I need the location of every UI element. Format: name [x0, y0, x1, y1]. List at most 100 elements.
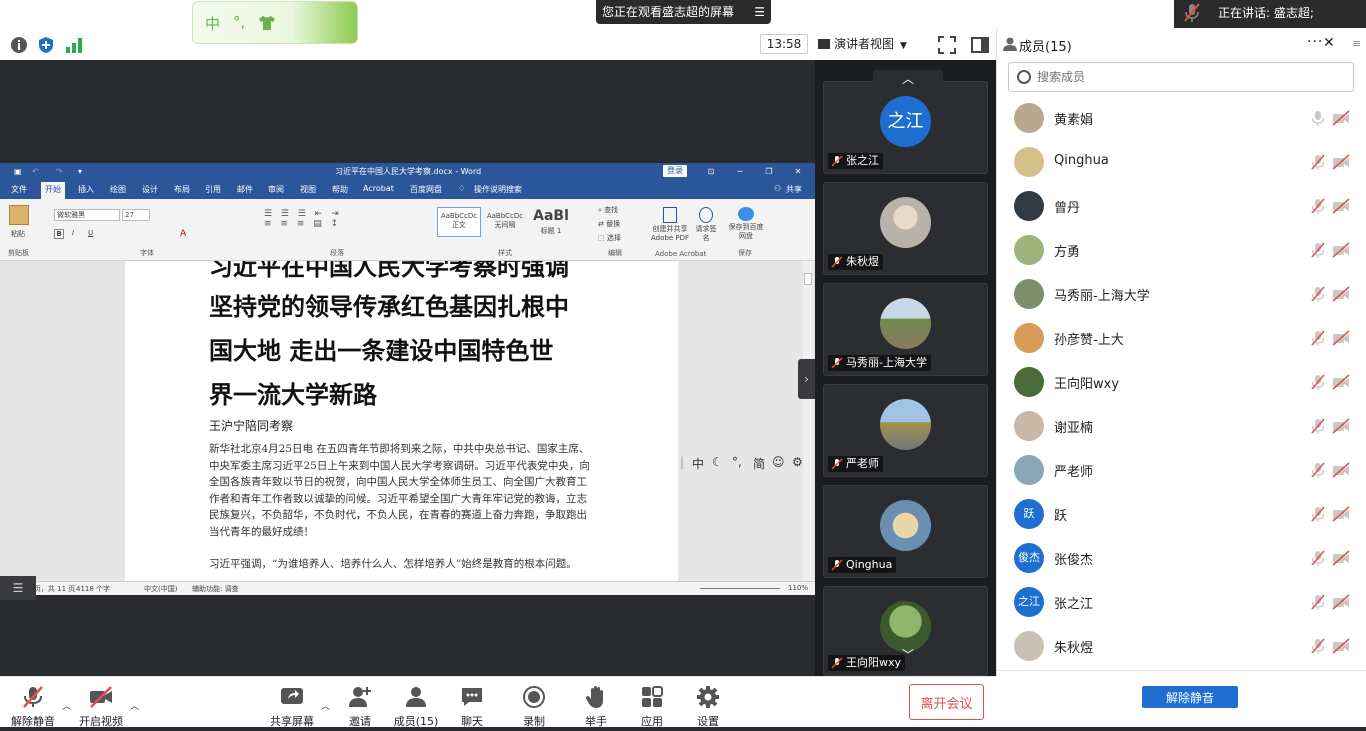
member-row[interactable]: 俊杰 张俊杰 — [997, 536, 1357, 580]
leave-meeting-button[interactable]: 离开会议 — [909, 684, 984, 720]
info-icon[interactable] — [10, 36, 28, 54]
redo-icon[interactable]: ↷ — [56, 163, 63, 180]
style-no-spacing[interactable]: AaBbCcDc 无间隔 — [483, 207, 527, 237]
member-row[interactable]: 谢亚楠 — [997, 404, 1357, 448]
tab-insert[interactable]: 插入 — [78, 184, 94, 195]
record-button[interactable]: 录制 — [504, 685, 564, 729]
tab-acrobat[interactable]: Acrobat — [363, 184, 394, 193]
settings-button[interactable]: 设置 — [678, 685, 738, 729]
ime-punct[interactable]: °, — [233, 13, 245, 31]
member-row[interactable]: 黄素娟 — [997, 96, 1357, 140]
mic-muted-icon[interactable] — [1311, 198, 1325, 214]
customize-icon[interactable]: ▾ — [78, 163, 82, 180]
settings-icon[interactable]: ⚙ — [792, 455, 803, 469]
mic-muted-icon[interactable] — [1311, 418, 1325, 434]
video-tile[interactable]: 之江 张之江 — [823, 81, 988, 174]
camera-off-icon[interactable] — [1332, 374, 1350, 390]
camera-off-icon[interactable] — [1332, 242, 1350, 258]
word-scrollbar[interactable] — [803, 261, 813, 581]
ime-float-punct[interactable]: °, — [732, 455, 742, 469]
member-row[interactable]: 曾丹 — [997, 184, 1357, 228]
video-tile[interactable]: Qinghua — [823, 485, 988, 578]
tab-review[interactable]: 审阅 — [268, 184, 284, 195]
camera-off-icon[interactable] — [1332, 198, 1350, 214]
member-row[interactable]: 王向阳wxy — [997, 360, 1357, 404]
tab-home[interactable]: 开始 — [41, 182, 65, 199]
signal-icon[interactable] — [65, 36, 83, 54]
member-search[interactable] — [1008, 62, 1354, 92]
ime-floating-bar[interactable]: | 中 ☾ °, 简 ☺ ⚙ — [680, 455, 810, 475]
ime-toolbar[interactable]: 中 °, — [192, 1, 358, 44]
tab-references[interactable]: 引用 — [205, 184, 221, 195]
camera-off-icon[interactable] — [1332, 286, 1350, 302]
tell-me-search[interactable]: 操作说明搜索 — [474, 184, 522, 195]
share-screen-button[interactable]: 共享屏幕 — [262, 685, 322, 729]
request-signature-button[interactable]: 请求签名 — [694, 207, 718, 243]
mic-muted-icon[interactable] — [1311, 286, 1325, 302]
close-icon[interactable]: ✕ — [1323, 35, 1335, 51]
shirt-icon[interactable] — [259, 16, 275, 30]
share-button[interactable]: 共享 — [786, 184, 802, 195]
mic-muted-icon[interactable] — [1311, 594, 1325, 610]
replace-button[interactable]: ⇄ 替换 — [598, 219, 620, 229]
paragraph-tools[interactable]: ☰ ☰ ☰ ⇤ ⇥ ≡ ≡ ≡ ▤ ↕ — [264, 209, 414, 239]
member-row[interactable]: 严老师 — [997, 448, 1357, 492]
camera-off-icon[interactable] — [1332, 506, 1350, 522]
camera-off-icon[interactable] — [1332, 462, 1350, 478]
ime-handle-icon[interactable]: | — [680, 455, 684, 469]
save-baidu-button[interactable]: 保存到百度网盘 — [728, 207, 764, 241]
sidebar-toggle-icon[interactable] — [971, 36, 989, 54]
mic-muted-icon[interactable] — [1311, 506, 1325, 522]
underline-button[interactable]: U — [88, 229, 93, 237]
bold-button[interactable]: B — [54, 229, 64, 239]
camera-off-icon[interactable] — [1332, 330, 1350, 346]
italic-button[interactable]: I — [72, 229, 74, 237]
accessibility-status[interactable]: 辅助功能: 调查 — [192, 584, 239, 594]
tab-mailings[interactable]: 邮件 — [237, 184, 253, 195]
shield-icon[interactable] — [37, 36, 55, 54]
mic-muted-icon[interactable] — [1311, 550, 1325, 566]
font-color-button[interactable]: A — [180, 229, 186, 239]
tab-layout[interactable]: 布局 — [174, 184, 190, 195]
member-row[interactable]: 马秀丽-上海大学 — [997, 272, 1357, 316]
ime-float-mode[interactable]: 中 — [692, 455, 704, 472]
chevron-up-icon[interactable]: ︿ — [873, 70, 943, 88]
member-row[interactable]: 朱秋煜 — [997, 624, 1357, 668]
document-page[interactable]: 习近平在中国人民大学考察时强调 坚持党的领导传承红色基因扎根中 国大地 走出一条… — [125, 261, 678, 581]
invite-button[interactable]: 邀请 — [330, 685, 390, 729]
camera-off-icon[interactable] — [1332, 418, 1350, 434]
zoom-slider[interactable] — [700, 588, 780, 589]
mic-muted-icon[interactable] — [1311, 374, 1325, 390]
raise-hand-button[interactable]: 举手 — [566, 685, 626, 729]
font-size-select[interactable]: 27 — [122, 209, 150, 221]
restore-icon[interactable]: ❐ — [761, 163, 777, 180]
caret-up-icon[interactable]: ︿ — [130, 699, 140, 712]
camera-off-icon[interactable] — [1332, 154, 1350, 170]
menu-icon[interactable]: ≡ — [1352, 37, 1361, 50]
camera-off-icon[interactable] — [1332, 638, 1350, 654]
tab-draw[interactable]: 绘图 — [110, 184, 126, 195]
unmute-button[interactable]: 解除静音 — [3, 685, 63, 729]
mic-muted-icon[interactable] — [1311, 638, 1325, 654]
tab-design[interactable]: 设计 — [142, 184, 158, 195]
emoji-icon[interactable]: ☺ — [772, 455, 785, 469]
paste-icon[interactable] — [9, 205, 29, 225]
mic-muted-icon[interactable] — [1311, 330, 1325, 346]
tab-file[interactable]: 文件 — [11, 184, 27, 195]
language-status[interactable]: 中文(中国) — [144, 584, 177, 594]
save-icon[interactable]: ▣ — [14, 163, 22, 180]
paste-label[interactable]: 粘贴 — [11, 229, 25, 239]
style-heading-1[interactable]: AaBl 标题 1 — [529, 207, 573, 237]
mic-muted-icon[interactable] — [1311, 154, 1325, 170]
member-row[interactable]: 方勇 — [997, 228, 1357, 272]
fullscreen-icon[interactable] — [938, 36, 956, 54]
more-icon[interactable]: ··· — [1307, 34, 1323, 50]
member-row[interactable]: Qinghua — [997, 140, 1357, 184]
tab-view[interactable]: 视图 — [300, 184, 316, 195]
search-input[interactable] — [1037, 68, 1337, 86]
apps-button[interactable]: 应用 — [622, 685, 682, 729]
select-button[interactable]: ⬚ 选择 — [598, 233, 621, 243]
style-normal[interactable]: AaBbCcDc 正文 — [437, 207, 481, 237]
ribbon-display-icon[interactable]: ⊡ — [703, 163, 719, 180]
video-tile[interactable]: 朱秋煜 — [823, 182, 988, 275]
